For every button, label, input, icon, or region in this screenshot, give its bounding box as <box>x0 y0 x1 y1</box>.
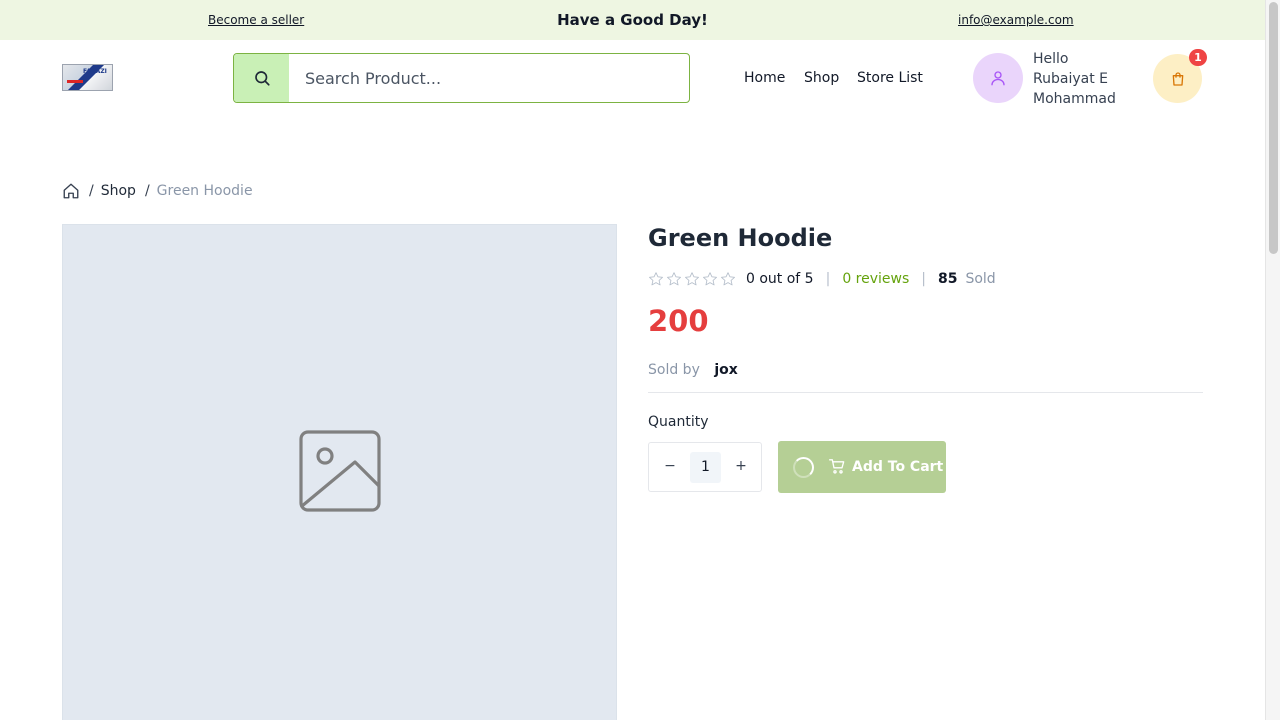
star-empty-icon <box>649 272 663 286</box>
shopping-bag-icon <box>1172 71 1183 86</box>
logo-text: FARAZI <box>83 68 107 75</box>
star-empty-icon <box>667 272 681 286</box>
star-empty-icon <box>703 272 717 286</box>
quantity-stepper: − 1 + <box>648 442 762 492</box>
breadcrumb: / Shop / Green Hoodie <box>62 181 253 201</box>
breadcrumb-home[interactable] <box>62 182 80 200</box>
top-bar: Become a seller Have a Good Day! info@ex… <box>0 0 1265 40</box>
star-empty-icon <box>685 272 699 286</box>
sold-by: Sold by jox <box>648 362 738 378</box>
sold-by-label: Sold by <box>648 362 700 378</box>
rating-divider: | <box>825 271 831 287</box>
search-button[interactable] <box>234 54 289 102</box>
rating-stars <box>648 271 736 287</box>
seller-name[interactable]: jox <box>714 362 737 378</box>
star-empty-icon <box>721 272 735 286</box>
sold-label: Sold <box>965 271 996 287</box>
cart-icon <box>829 459 845 474</box>
contact-email-link[interactable]: info@example.com <box>958 13 1074 27</box>
breadcrumb-separator: / <box>89 183 94 199</box>
details-divider <box>648 392 1203 393</box>
reviews-link[interactable]: 0 reviews <box>842 271 909 287</box>
quantity-label: Quantity <box>648 414 709 430</box>
image-placeholder-icon <box>298 430 381 512</box>
add-to-cart-label: Add To Cart <box>852 459 944 475</box>
search-input[interactable] <box>289 54 689 102</box>
page-scrollbar[interactable] <box>1265 0 1280 720</box>
product-price: 200 <box>648 304 709 338</box>
nav-home[interactable]: Home <box>744 70 785 86</box>
search-icon <box>254 71 270 86</box>
user-avatar[interactable] <box>973 53 1023 103</box>
user-icon <box>991 71 1005 86</box>
sold-count: 85 <box>937 271 958 287</box>
breadcrumb-separator: / <box>144 183 150 199</box>
top-bar-greeting: Have a Good Day! <box>557 11 708 29</box>
quantity-increase-button[interactable]: + <box>731 458 751 474</box>
user-greeting[interactable]: Hello Rubaiyat E Mohammad <box>1033 49 1133 109</box>
home-icon <box>63 183 79 199</box>
product-title: Green Hoodie <box>648 224 833 252</box>
rating-text: 0 out of 5 <box>746 271 814 287</box>
search-bar <box>233 53 690 103</box>
product-image[interactable] <box>62 224 617 720</box>
breadcrumb-current: Green Hoodie <box>156 183 253 199</box>
cart-count-badge: 1 <box>1189 49 1207 66</box>
scrollbar-thumb[interactable] <box>1269 2 1278 254</box>
rating-row: 0 out of 5 | 0 reviews | 85 Sold <box>648 269 996 289</box>
site-logo[interactable]: FARAZI <box>62 64 113 91</box>
rating-divider: | <box>921 271 926 287</box>
quantity-decrease-button[interactable]: − <box>660 458 680 474</box>
breadcrumb-shop[interactable]: Shop <box>101 183 136 199</box>
quantity-value[interactable]: 1 <box>690 452 721 483</box>
loading-spinner-icon <box>793 457 814 478</box>
add-to-cart-button[interactable]: Add To Cart <box>778 441 946 493</box>
nav-store-list[interactable]: Store List <box>857 70 923 86</box>
nav-shop[interactable]: Shop <box>804 70 839 86</box>
